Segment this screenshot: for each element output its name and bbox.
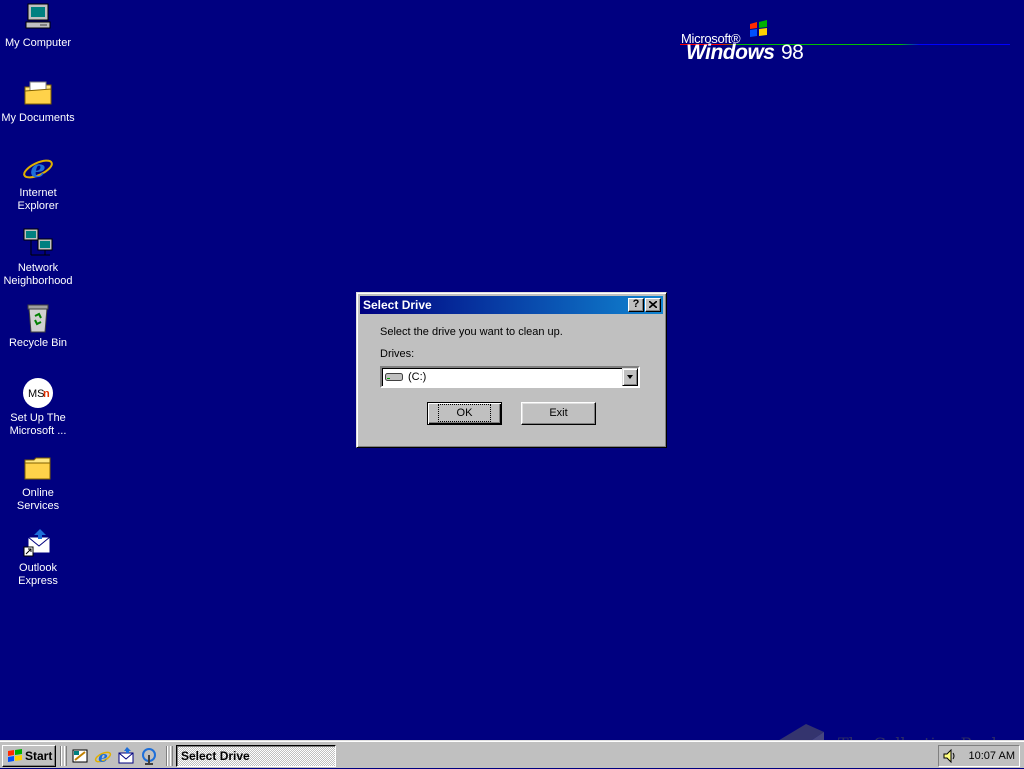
desktop-icon-recycle-bin[interactable]: Recycle Bin bbox=[0, 302, 76, 350]
svg-text:n: n bbox=[43, 388, 50, 400]
start-button[interactable]: Start bbox=[2, 745, 56, 767]
windows-flag-icon bbox=[750, 20, 767, 37]
tasks-grip[interactable] bbox=[170, 746, 173, 766]
desktop-icon-internet-explorer[interactable]: e Internet Explorer bbox=[0, 152, 76, 213]
dialog-titlebar[interactable]: Select Drive ? bbox=[360, 296, 663, 314]
outlook-express-icon bbox=[23, 529, 51, 557]
drives-dropdown[interactable]: (C:) bbox=[380, 366, 640, 388]
internet-explorer-icon[interactable]: e bbox=[94, 747, 112, 765]
taskbar-separator bbox=[166, 746, 168, 766]
dropdown-arrow-button[interactable] bbox=[622, 368, 638, 386]
logo-windows-text: Windows bbox=[686, 41, 775, 64]
desktop-icon-my-documents[interactable]: My Documents bbox=[0, 77, 76, 125]
help-button[interactable]: ? bbox=[628, 298, 644, 312]
show-desktop-icon[interactable] bbox=[71, 747, 89, 765]
desktop-icon-label: Set Up The Microsoft ... bbox=[9, 412, 67, 437]
internet-explorer-icon: e bbox=[23, 154, 53, 183]
desktop-icon-label: Recycle Bin bbox=[8, 337, 68, 349]
speaker-icon[interactable] bbox=[943, 749, 957, 763]
network-icon bbox=[23, 228, 53, 256]
dialog-title: Select Drive bbox=[363, 298, 432, 312]
exit-button[interactable]: Exit bbox=[521, 402, 596, 425]
taskbar: Start e Select Drive 10:07 AM bbox=[0, 740, 1024, 768]
desktop-icon-label: My Computer bbox=[4, 37, 72, 49]
desktop-icon-label: My Documents bbox=[1, 112, 75, 124]
dialog-prompt: Select the drive you want to clean up. bbox=[380, 326, 563, 338]
desktop-icon-my-computer[interactable]: My Computer bbox=[0, 2, 76, 50]
drives-selected-value: (C:) bbox=[408, 371, 427, 383]
start-label: Start bbox=[25, 749, 53, 763]
desktop-icon-label: Outlook Express bbox=[18, 562, 58, 587]
windows-flag-icon bbox=[8, 749, 22, 762]
ok-button[interactable]: OK bbox=[427, 402, 502, 425]
desktop-icon-msn-setup[interactable]: MS n Set Up The Microsoft ... bbox=[0, 377, 76, 438]
msn-icon: MS n bbox=[23, 378, 53, 408]
hard-drive-icon bbox=[385, 373, 403, 381]
close-button[interactable] bbox=[645, 298, 661, 312]
channels-icon[interactable] bbox=[140, 747, 158, 765]
quicklaunch-grip[interactable] bbox=[64, 746, 67, 766]
desktop-icon-label: Network Neighborhood bbox=[3, 262, 73, 287]
taskbar-separator bbox=[60, 746, 62, 766]
close-icon bbox=[648, 300, 658, 309]
outlook-express-icon[interactable] bbox=[117, 747, 135, 765]
recycle-bin-icon bbox=[27, 304, 49, 333]
select-drive-dialog: Select Drive ? Select the drive you want… bbox=[356, 292, 667, 448]
svg-text:e: e bbox=[98, 748, 108, 765]
task-label: Select Drive bbox=[181, 749, 250, 763]
drives-label: Drives: bbox=[380, 348, 415, 360]
desktop-icon-network-neighborhood[interactable]: Network Neighborhood bbox=[0, 227, 76, 288]
desktop-icon-online-services[interactable]: Online Services bbox=[0, 452, 76, 513]
desktop-icon-label: Internet Explorer bbox=[17, 187, 59, 212]
desktop-icon-outlook-express[interactable]: Outlook Express bbox=[0, 527, 76, 588]
taskbar-button-select-drive[interactable]: Select Drive bbox=[176, 745, 336, 767]
clock[interactable]: 10:07 AM bbox=[969, 750, 1015, 762]
system-tray: 10:07 AM bbox=[938, 745, 1020, 767]
folder-icon bbox=[24, 457, 51, 480]
computer-icon bbox=[25, 3, 51, 29]
ok-button-label: OK bbox=[437, 404, 492, 422]
desktop-icon-label: Online Services bbox=[16, 487, 60, 512]
windows98-logo: Microsoft® Windows 98 bbox=[680, 18, 1020, 68]
folder-documents-icon bbox=[24, 81, 52, 105]
svg-text:e: e bbox=[30, 154, 45, 183]
logo-version-text: 98 bbox=[781, 41, 804, 64]
